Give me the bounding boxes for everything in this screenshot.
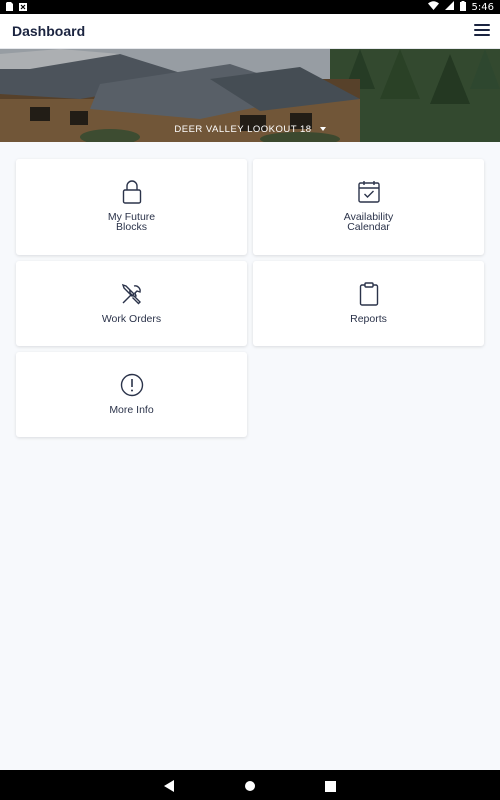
sd-card-icon — [6, 2, 13, 14]
status-bar: 5:46 — [0, 0, 500, 14]
lock-icon — [16, 179, 247, 205]
tile-reports[interactable]: Reports — [253, 261, 484, 346]
calendar-check-icon — [253, 180, 484, 204]
tile-label: More Info — [109, 404, 154, 416]
tools-icon — [16, 282, 247, 306]
page-title: Dashboard — [12, 23, 86, 39]
tile-label: My Future Blocks — [107, 211, 156, 233]
home-icon[interactable] — [244, 779, 256, 797]
tile-work-orders[interactable]: Work Orders — [16, 261, 247, 346]
tile-more-info[interactable]: More Info — [16, 352, 247, 437]
tile-my-future-blocks[interactable]: My Future Blocks — [16, 159, 247, 255]
property-selector[interactable]: DEER VALLEY LOOKOUT 18 — [0, 124, 500, 135]
tile-label: Work Orders — [101, 313, 162, 325]
notification-icon — [19, 2, 27, 14]
tile-label: Reports — [350, 313, 387, 325]
hamburger-menu-icon[interactable] — [474, 24, 490, 38]
battery-icon — [459, 0, 466, 14]
system-navigation-bar — [0, 770, 500, 800]
app-bar: Dashboard — [0, 14, 500, 49]
signal-icon — [444, 1, 454, 13]
back-icon[interactable] — [164, 779, 176, 797]
info-circle-icon — [16, 373, 247, 397]
tile-availability-calendar[interactable]: Availability Calendar — [253, 159, 484, 255]
clipboard-icon — [253, 282, 484, 306]
recents-icon[interactable] — [325, 779, 336, 797]
property-name: DEER VALLEY LOOKOUT 18 — [174, 124, 312, 135]
tile-label: Availability Calendar — [343, 211, 394, 233]
wifi-icon — [427, 1, 439, 13]
clock-time: 5:46 — [471, 1, 494, 13]
chevron-down-icon — [319, 127, 326, 132]
